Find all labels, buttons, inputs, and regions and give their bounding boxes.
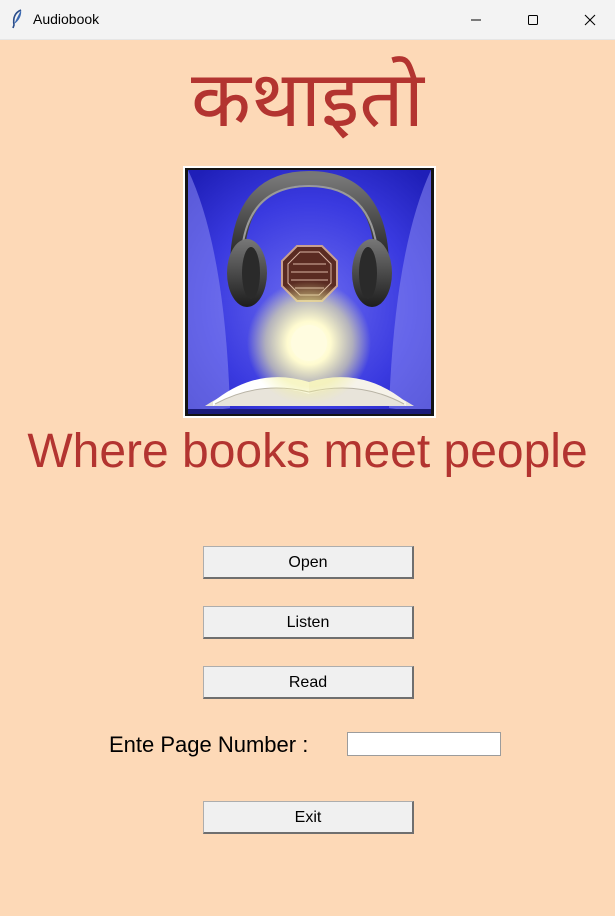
audiobook-logo	[183, 166, 436, 418]
window-title: Audiobook	[33, 11, 100, 27]
audiobook-logo-headphones-book-icon	[185, 168, 434, 416]
close-button[interactable]	[562, 0, 615, 39]
exit-button[interactable]: Exit	[203, 801, 414, 834]
listen-button[interactable]: Listen	[203, 606, 414, 639]
close-icon	[584, 14, 596, 25]
minimize-button[interactable]	[448, 0, 504, 39]
minimize-icon	[471, 19, 481, 20]
maximize-icon	[528, 14, 538, 25]
page-number-label: Ente Page Number :	[109, 732, 309, 757]
read-button[interactable]: Read	[203, 666, 414, 699]
feather-icon	[10, 9, 24, 29]
title-bar: Audiobook	[0, 0, 615, 40]
app-title-hindi: कथाइतो	[191, 55, 424, 145]
page-number-input[interactable]	[347, 732, 501, 756]
open-button[interactable]: Open	[203, 546, 414, 579]
tagline: Where books meet people	[27, 425, 588, 478]
maximize-button[interactable]	[505, 0, 561, 39]
